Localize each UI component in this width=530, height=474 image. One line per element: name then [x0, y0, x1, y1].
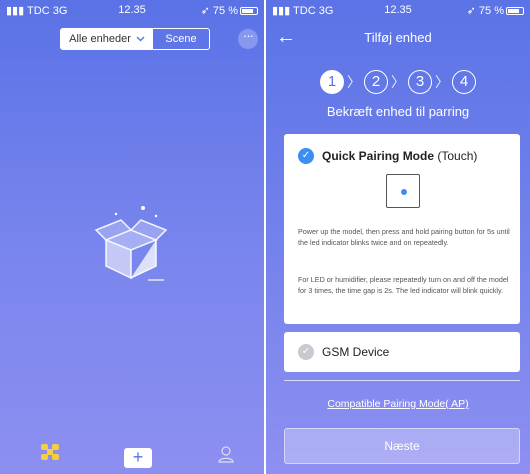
page-title: Tilføj enhed — [364, 30, 432, 45]
empty-box-illustration — [86, 200, 176, 290]
quick-pairing-mode-option[interactable]: ✓ Quick Pairing Mode (Touch) Power up th… — [284, 134, 520, 324]
location-icon: ➶ — [466, 5, 476, 17]
home-tab-icon[interactable] — [40, 443, 60, 466]
status-bar: ▮▮▮ TDC 3G 12.35 ➶ 75 % — [0, 0, 264, 22]
chevron-right-icon: 〉 — [435, 74, 449, 90]
quick-pairing-instructions: Power up the model, then press and hold … — [298, 227, 510, 247]
all-devices-dropdown[interactable]: Alle enheder — [61, 29, 153, 49]
step-2: 2 — [364, 70, 388, 94]
check-icon: ✓ — [298, 344, 314, 360]
add-device-screen: ▮▮▮ TDC 3G 12.35 ➶ 75 % ← Tilføj enhed 1… — [266, 0, 530, 474]
divider — [284, 380, 520, 381]
navigation-bar: ← Tilføj enhed — [266, 24, 530, 54]
step-label: Bekræft enhed til parring — [326, 104, 470, 119]
step-3: 3 — [408, 70, 432, 94]
battery-indicator: ➶ 75 % — [467, 4, 524, 17]
scene-tab[interactable]: Scene — [153, 29, 209, 49]
profile-tab-icon[interactable] — [218, 445, 234, 468]
add-device-button[interactable]: + — [124, 448, 152, 468]
step-4: 4 — [452, 70, 476, 94]
status-bar: ▮▮▮ TDC 3G 12.35 ➶ 75 % — [266, 0, 530, 22]
home-screen: ▮▮▮ TDC 3G 12.35 ➶ 75 % Alle enheder Sce… — [0, 0, 264, 474]
check-icon: ✓ — [298, 148, 314, 164]
chevron-down-icon — [136, 33, 145, 45]
next-button[interactable]: Næste — [284, 428, 520, 464]
chevron-right-icon: 〉 — [347, 74, 361, 90]
more-options-button[interactable]: ··· — [238, 29, 258, 49]
bottom-tab-bar: + — [0, 440, 264, 474]
battery-indicator: ➶ 75 % — [201, 4, 258, 17]
quick-pairing-title: Quick Pairing Mode — [322, 149, 435, 163]
blinking-led-icon — [386, 174, 420, 208]
gsm-device-option[interactable]: ✓ GSM Device — [284, 332, 520, 372]
step-indicator: 1 〉 2 〉 3 〉 4 — [320, 70, 476, 94]
location-icon: ➶ — [200, 5, 210, 17]
gsm-device-title: GSM Device — [322, 345, 390, 359]
compatible-pairing-mode-link[interactable]: Compatible Pairing Mode( AP) — [266, 398, 530, 410]
quick-pairing-instructions-led: For LED or humidifier, please repeatedly… — [298, 275, 509, 295]
step-1: 1 — [320, 70, 344, 94]
device-scene-segmented-control: Alle enheder Scene — [60, 28, 210, 50]
chevron-right-icon: 〉 — [391, 74, 405, 90]
quick-pairing-suffix: (Touch) — [437, 149, 478, 163]
